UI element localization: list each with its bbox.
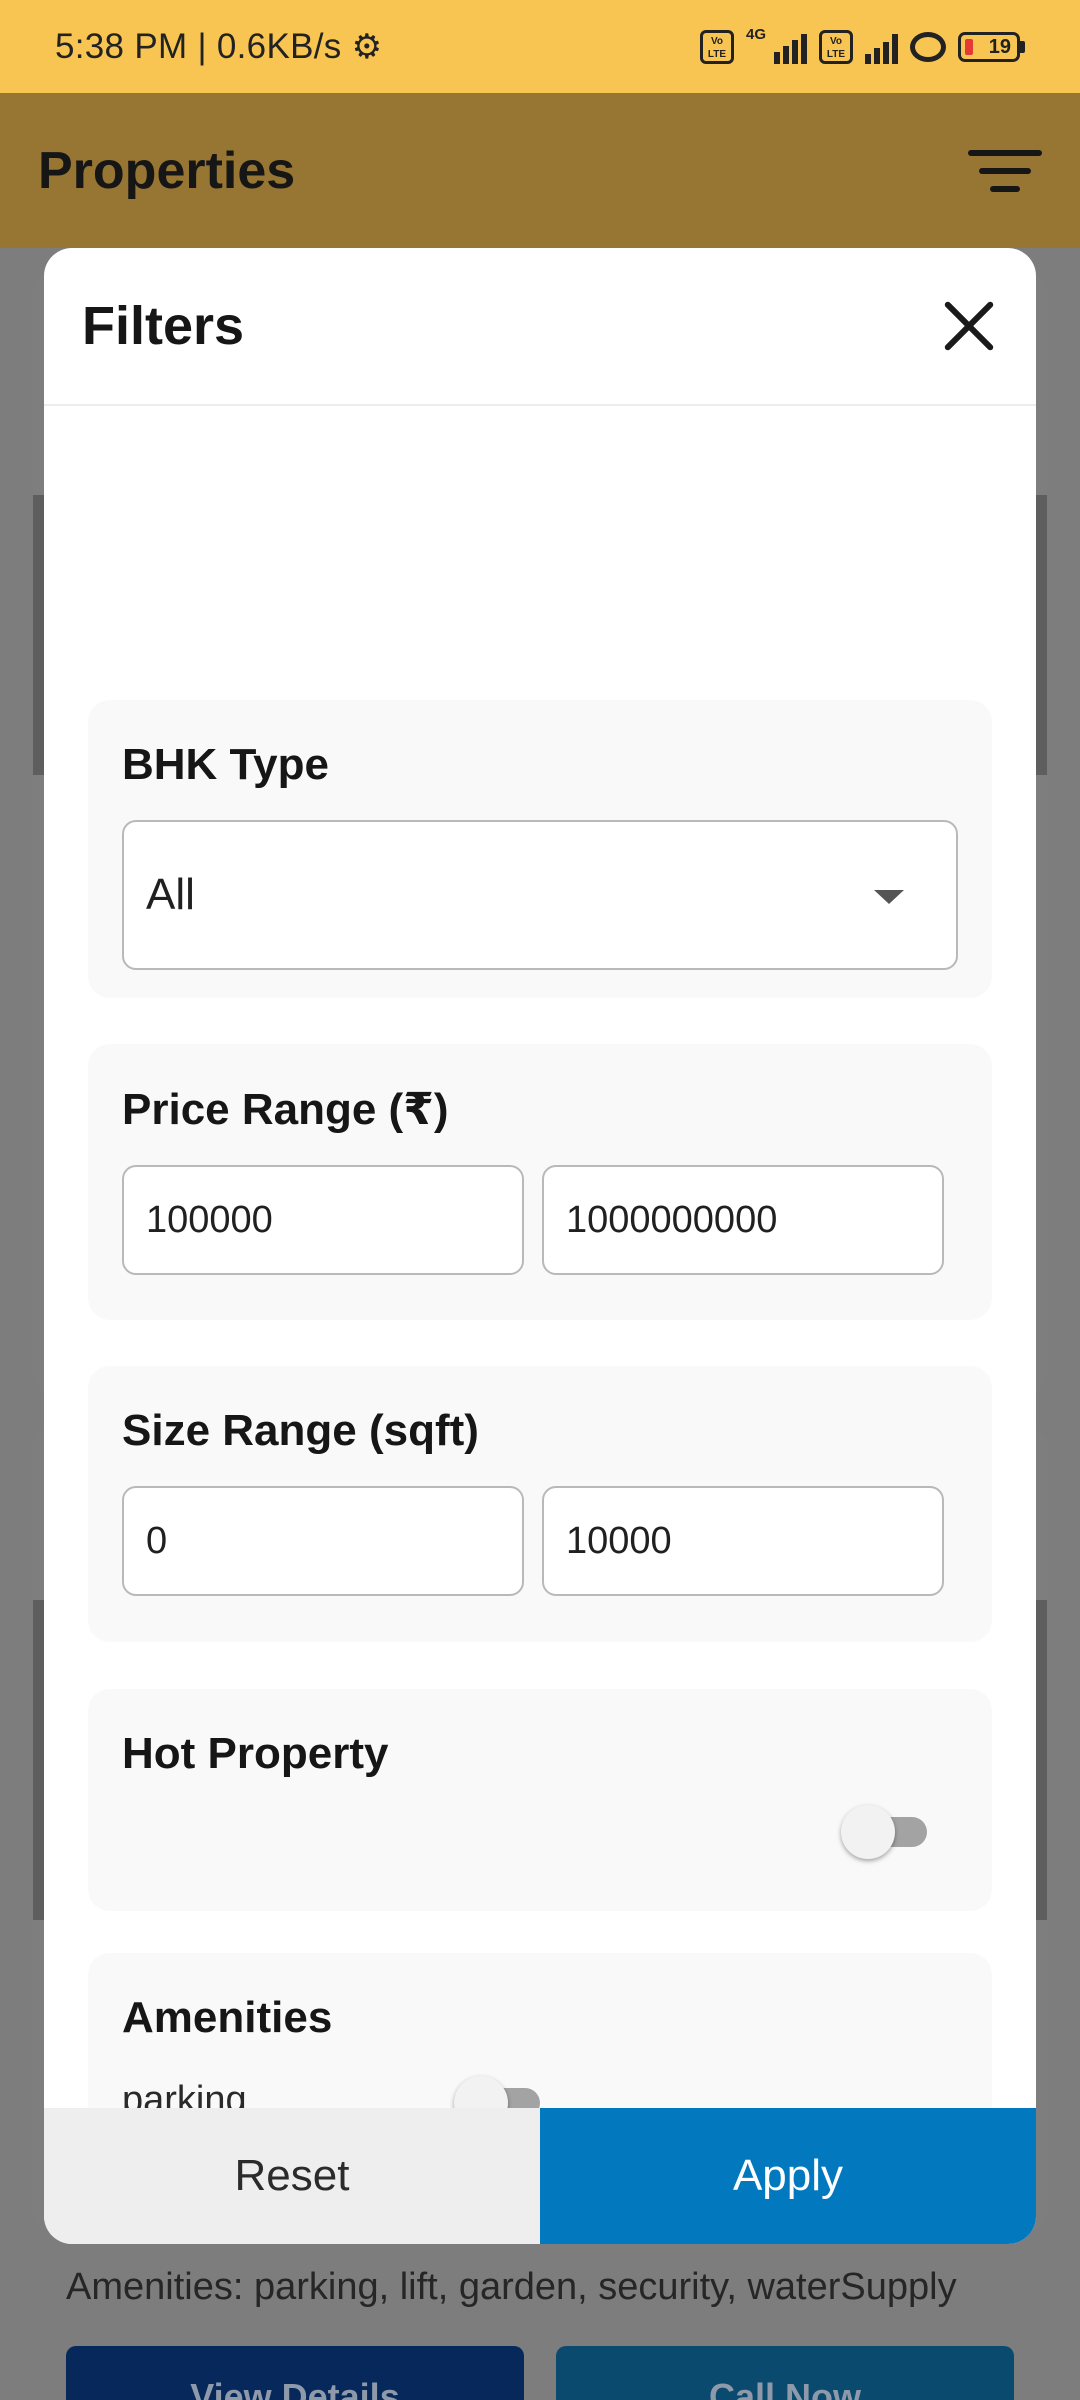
- status-bar: 5:38 PM | 0.6KB/s ⚙ Vo LTE 4G Vo LTE 19: [0, 0, 1080, 93]
- status-icons: Vo LTE 4G Vo LTE 19: [699, 26, 1025, 64]
- gear-icon: ⚙: [351, 27, 383, 66]
- hot-property-label: Hot Property: [122, 1729, 389, 1778]
- battery-icon: 19: [958, 31, 1025, 62]
- app-bar: Properties: [0, 93, 1080, 248]
- apply-button[interactable]: Apply: [540, 2108, 1036, 2244]
- price-range-inputs: [122, 1165, 958, 1275]
- bhk-section: BHK Type All: [88, 700, 992, 998]
- filters-modal: Filters BHK Type All Price Range (₹) Siz…: [44, 248, 1036, 2244]
- bhk-label: BHK Type: [122, 740, 329, 789]
- reset-button[interactable]: Reset: [44, 2108, 540, 2244]
- size-max-input[interactable]: [542, 1486, 944, 1596]
- modal-body[interactable]: BHK Type All Price Range (₹) Size Range …: [44, 408, 1036, 2244]
- hotspot-icon: [910, 31, 946, 62]
- volte-icon: Vo LTE: [699, 29, 734, 64]
- modal-footer: Reset Apply: [44, 2108, 1036, 2244]
- size-range-section: Size Range (sqft): [88, 1366, 992, 1642]
- call-now-button[interactable]: Call Now: [556, 2346, 1014, 2400]
- view-details-button[interactable]: View Details: [66, 2346, 524, 2400]
- modal-title: Filters: [82, 296, 245, 356]
- close-icon[interactable]: [940, 297, 998, 355]
- chevron-down-icon: [874, 890, 904, 904]
- amenities-label: Amenities: [122, 1993, 333, 2042]
- bhk-selected-value: All: [146, 870, 195, 919]
- signal-icon: [774, 30, 807, 64]
- hot-property-section: Hot Property: [88, 1689, 992, 1911]
- toggle-knob: [841, 1805, 895, 1859]
- status-time: 5:38 PM | 0.6KB/s: [55, 26, 342, 66]
- hot-property-toggle[interactable]: [841, 1805, 931, 1859]
- price-range-label: Price Range (₹): [122, 1085, 449, 1134]
- page-title: Properties: [38, 141, 296, 200]
- battery-level: 19: [958, 31, 1020, 62]
- price-range-section: Price Range (₹): [88, 1044, 992, 1320]
- price-max-input[interactable]: [542, 1165, 944, 1275]
- size-range-inputs: [122, 1486, 958, 1596]
- size-min-input[interactable]: [122, 1486, 524, 1596]
- bhk-type-select[interactable]: All: [122, 820, 958, 970]
- network-type: 4G: [745, 25, 766, 43]
- size-range-label: Size Range (sqft): [122, 1406, 479, 1455]
- price-min-input[interactable]: [122, 1165, 524, 1275]
- filter-icon[interactable]: [968, 146, 1042, 196]
- modal-header: Filters: [44, 248, 1036, 406]
- property-amenities-text: Amenities: parking, lift, garden, securi…: [66, 2266, 957, 2308]
- signal-icon: [865, 30, 898, 64]
- volte-icon: Vo LTE: [819, 29, 853, 64]
